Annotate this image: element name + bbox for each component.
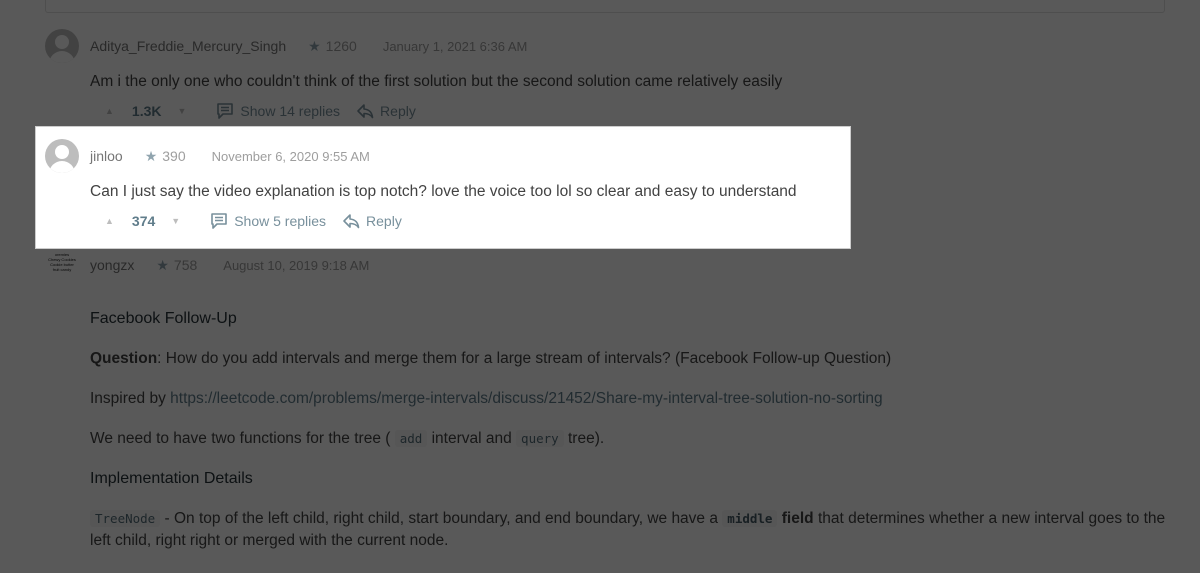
reputation: ★ 758 [156, 257, 197, 274]
comment-actions: ▲ 374 ▼ Show 5 replies Reply [105, 211, 1165, 231]
comment-item: Aditya_Freddie_Mercury_Singh ★ 1260 Janua… [45, 29, 1165, 121]
text: interval and [427, 430, 517, 447]
discussion-page: Aditya_Freddie_Mercury_Singh ★ 1260 Janua… [0, 0, 1200, 573]
show-replies-label: Show 5 replies [234, 213, 327, 229]
username-link[interactable]: jinloo [90, 148, 123, 164]
impl-heading: Implementation Details [90, 470, 253, 487]
reply-button[interactable]: Reply [342, 213, 402, 229]
reply-label: Reply [380, 103, 416, 119]
reputation: ★ 390 [145, 148, 186, 165]
question-paragraph: Question: How do you add intervals and m… [90, 348, 1170, 370]
question-text: : How do you add intervals and merge the… [157, 350, 892, 367]
code-add: add [394, 430, 428, 447]
comment-editor-box[interactable] [45, 0, 1165, 13]
show-replies-button[interactable]: Show 5 replies [210, 212, 326, 230]
comment-date: August 10, 2019 9:18 AM [223, 257, 370, 273]
comment-header: oremies Chewy Cookies Cookie butter frui… [45, 248, 1165, 282]
upvote-icon[interactable]: ▲ [105, 216, 114, 226]
comment-post-body: Facebook Follow-Up Question: How do you … [90, 308, 1170, 570]
downvote-icon[interactable]: ▼ [171, 216, 180, 226]
comment-body: Am i the only one who couldn't think of … [90, 73, 783, 90]
default-avatar-icon[interactable] [45, 139, 79, 173]
code-middle: middle [722, 510, 778, 527]
comment-header: jinloo ★ 390 November 6, 2020 9:55 AM [45, 139, 1165, 173]
comment-actions: ▲ 1.3K ▼ Show 14 replies Reply [105, 101, 1165, 121]
username-link[interactable]: yongzx [90, 257, 134, 273]
downvote-icon[interactable]: ▼ [178, 106, 187, 116]
upvote-icon[interactable]: ▲ [105, 106, 114, 116]
username-link[interactable]: Aditya_Freddie_Mercury_Singh [90, 38, 286, 54]
reputation: ★ 1260 [308, 38, 357, 55]
comment-icon [211, 213, 228, 229]
text: tree). [563, 430, 605, 447]
reputation-value: 1260 [325, 38, 357, 54]
code-treenode: TreeNode [90, 510, 161, 527]
star-icon: ★ [144, 147, 158, 164]
default-avatar-icon[interactable] [45, 29, 79, 63]
question-label: Question [90, 350, 158, 367]
vote-count: 374 [131, 213, 156, 229]
reputation-value: 390 [162, 148, 186, 164]
comment-item-highlighted: jinloo ★ 390 November 6, 2020 9:55 AM Can… [45, 139, 1165, 231]
field-bold: field [781, 510, 814, 527]
comment-item: oremies Chewy Cookies Cookie butter frui… [45, 248, 1165, 282]
comment-header: Aditya_Freddie_Mercury_Singh ★ 1260 Janua… [45, 29, 1165, 63]
star-icon: ★ [156, 256, 169, 273]
comment-icon [217, 103, 234, 119]
reply-icon [357, 104, 374, 119]
avatar-text-line: fruit candy [52, 267, 72, 272]
code-query: query [516, 430, 564, 447]
comment-date: January 1, 2021 6:36 AM [382, 38, 528, 54]
show-replies-button[interactable]: Show 14 replies [216, 102, 340, 120]
treenode-paragraph: TreeNode - On top of the left child, rig… [90, 508, 1170, 552]
reply-button[interactable]: Reply [356, 103, 416, 119]
inspired-link[interactable]: https://leetcode.com/problems/merge-inte… [170, 390, 882, 407]
comment-body: Can I just say the video explanation is … [90, 183, 797, 200]
reply-label: Reply [366, 213, 402, 229]
functions-paragraph: We need to have two functions for the tr… [90, 428, 1170, 450]
post-heading: Facebook Follow-Up [90, 310, 237, 327]
star-icon: ★ [308, 37, 321, 54]
text: - On top of the left child, right child,… [160, 510, 723, 527]
user-avatar-image[interactable]: oremies Chewy Cookies Cookie butter frui… [45, 248, 79, 282]
show-replies-label: Show 14 replies [240, 103, 341, 119]
inspired-paragraph: Inspired by https://leetcode.com/problem… [90, 388, 1170, 410]
vote-count: 1.3K [131, 103, 162, 119]
reply-icon [343, 214, 360, 229]
text: We need to have two functions for the tr… [90, 430, 395, 447]
overlay-left [0, 126, 35, 249]
inspired-prefix: Inspired by [90, 390, 171, 407]
comment-date: November 6, 2020 9:55 AM [211, 148, 370, 164]
reputation-value: 758 [173, 257, 198, 273]
